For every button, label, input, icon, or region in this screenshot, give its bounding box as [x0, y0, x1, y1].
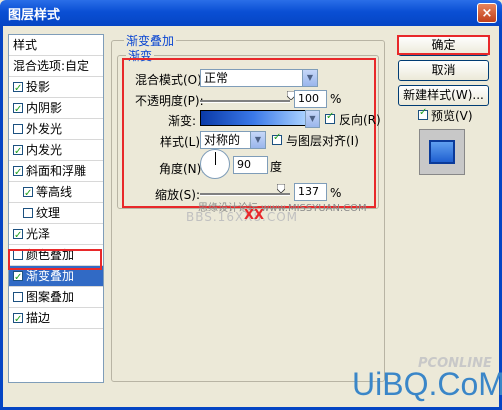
- style-item-label: 投影: [26, 80, 51, 94]
- scale-slider-track[interactable]: [200, 193, 290, 196]
- highlight-box-selected-style: [8, 249, 102, 270]
- style-checkbox[interactable]: [13, 123, 23, 134]
- style-checkbox[interactable]: [13, 310, 23, 330]
- gradient-swatch[interactable]: [200, 110, 306, 126]
- gradient-label: 渐变:: [168, 114, 197, 128]
- opacity-unit: %: [330, 92, 342, 106]
- style-item-label: 斜面和浮雕: [26, 164, 87, 178]
- style-checkbox[interactable]: [13, 100, 23, 120]
- title-bar: 图层样式 ×: [0, 0, 502, 26]
- style-list: 样式 混合选项:自定 投影 内阴影 外发光 内发光 斜面和浮雕 等高线 纹理 光…: [8, 34, 104, 383]
- opacity-input[interactable]: 100: [294, 90, 327, 108]
- chevron-down-icon: ▼: [302, 70, 317, 86]
- style-checkbox[interactable]: [23, 184, 33, 204]
- blend-mode-label: 混合模式(O):: [135, 73, 206, 87]
- watermark-line-2: BBS.16XX8.COM: [186, 210, 299, 224]
- style-list-header: 样式: [9, 35, 103, 56]
- style-checkbox[interactable]: [23, 207, 33, 218]
- blend-mode-select[interactable]: 正常 ▼: [200, 69, 318, 87]
- close-button[interactable]: ×: [477, 3, 497, 23]
- angle-label: 角度(N):: [159, 162, 206, 176]
- style-item-label: 内阴影: [26, 101, 63, 115]
- style-item-inner-shadow[interactable]: 内阴影: [9, 98, 103, 120]
- angle-input[interactable]: 90: [233, 156, 268, 174]
- style-item-label: 光泽: [26, 227, 51, 241]
- gradient-picker-dropdown[interactable]: ▼: [305, 110, 320, 128]
- scale-label: 缩放(S):: [155, 188, 201, 202]
- style-item-pattern-overlay[interactable]: 图案叠加: [9, 287, 103, 308]
- style-item-label: 描边: [26, 311, 51, 325]
- style-item-label: 内发光: [26, 143, 63, 157]
- style-checkbox[interactable]: [13, 79, 23, 99]
- style-item-drop-shadow[interactable]: 投影: [9, 77, 103, 99]
- style-checkbox[interactable]: [13, 142, 23, 162]
- style-checkbox[interactable]: [13, 163, 23, 183]
- style-label: 样式(L):: [160, 135, 205, 149]
- preview-label: 预览(V): [431, 109, 473, 123]
- preview-checkbox[interactable]: [418, 107, 428, 120]
- style-item-label: 渐变叠加: [26, 269, 75, 283]
- style-select[interactable]: 对称的 ▼: [200, 131, 266, 149]
- blend-mode-value: 正常: [204, 71, 229, 85]
- style-item-bevel-emboss[interactable]: 斜面和浮雕: [9, 161, 103, 183]
- style-checkbox[interactable]: [13, 268, 23, 288]
- style-item-label: 纹理: [36, 206, 61, 220]
- style-item-label: 外发光: [26, 122, 63, 136]
- chevron-down-icon: ▼: [306, 111, 319, 127]
- align-with-layer-label: 与图层对齐(I): [286, 134, 359, 148]
- angle-needle: [215, 152, 216, 165]
- opacity-label: 不透明度(P):: [135, 94, 204, 108]
- watermark-xx: XX: [244, 208, 265, 223]
- style-checkbox[interactable]: [13, 226, 23, 246]
- style-item-satin[interactable]: 光泽: [9, 224, 103, 246]
- highlight-box-ok: [397, 35, 490, 55]
- style-item-inner-glow[interactable]: 内发光: [9, 140, 103, 162]
- reverse-checkbox[interactable]: [325, 111, 335, 124]
- angle-dial[interactable]: [200, 149, 230, 179]
- scale-unit: %: [330, 186, 342, 200]
- style-item-texture[interactable]: 纹理: [9, 203, 103, 224]
- blend-options-item[interactable]: 混合选项:自定: [9, 56, 103, 77]
- style-preview: [419, 129, 465, 175]
- reverse-label: 反向(R): [339, 113, 381, 127]
- style-value: 对称的: [204, 133, 241, 147]
- chevron-down-icon: ▼: [250, 132, 265, 148]
- opacity-slider-track[interactable]: [200, 100, 290, 103]
- style-item-stroke[interactable]: 描边: [9, 308, 103, 330]
- style-item-label: 等高线: [36, 185, 73, 199]
- scale-slider-thumb[interactable]: [277, 184, 285, 193]
- align-with-layer-checkbox[interactable]: [272, 132, 282, 145]
- new-style-button[interactable]: 新建样式(W)...: [398, 85, 489, 106]
- preview-swatch: [429, 140, 455, 164]
- angle-unit: 度: [270, 160, 283, 174]
- style-checkbox[interactable]: [13, 291, 23, 302]
- uibq-logo: UiBQ.CoM: [352, 366, 502, 402]
- style-item-contour[interactable]: 等高线: [9, 182, 103, 204]
- style-item-label: 图案叠加: [26, 290, 75, 304]
- style-item-outer-glow[interactable]: 外发光: [9, 119, 103, 140]
- window-title: 图层样式: [8, 8, 61, 23]
- cancel-button[interactable]: 取消: [398, 60, 489, 81]
